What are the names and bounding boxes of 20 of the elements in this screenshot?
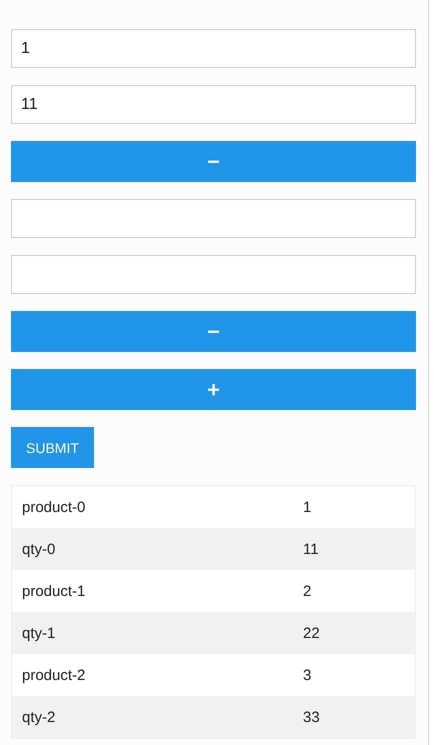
input-field[interactable] <box>11 255 416 294</box>
table-cell-text: qty-0 <box>21 540 56 558</box>
table-cell: 33 <box>303 708 320 726</box>
table-cell-text: product-2 <box>21 666 86 684</box>
remove-button[interactable]: − <box>11 141 416 182</box>
table-cell: 3 <box>303 666 312 684</box>
table-cell: 22 <box>303 624 320 642</box>
input-field[interactable]: 1 <box>11 29 416 68</box>
input-field[interactable] <box>11 199 416 238</box>
table-cell-text: qty-2 <box>21 708 56 726</box>
remove-button[interactable]: − <box>11 311 416 352</box>
table-cell-text: qty-1 <box>21 624 56 642</box>
table-cell: 11 <box>303 540 319 558</box>
table-cell: 2 <box>303 582 312 600</box>
input-field[interactable]: 11 <box>11 85 416 124</box>
table-cell-text: product-1 <box>21 582 86 600</box>
table-cell-text: product-0 <box>21 498 86 516</box>
submit-button[interactable]: SUBMIT <box>11 427 94 468</box>
add-button[interactable]: + <box>11 369 416 410</box>
table-cell: 1 <box>303 498 312 516</box>
